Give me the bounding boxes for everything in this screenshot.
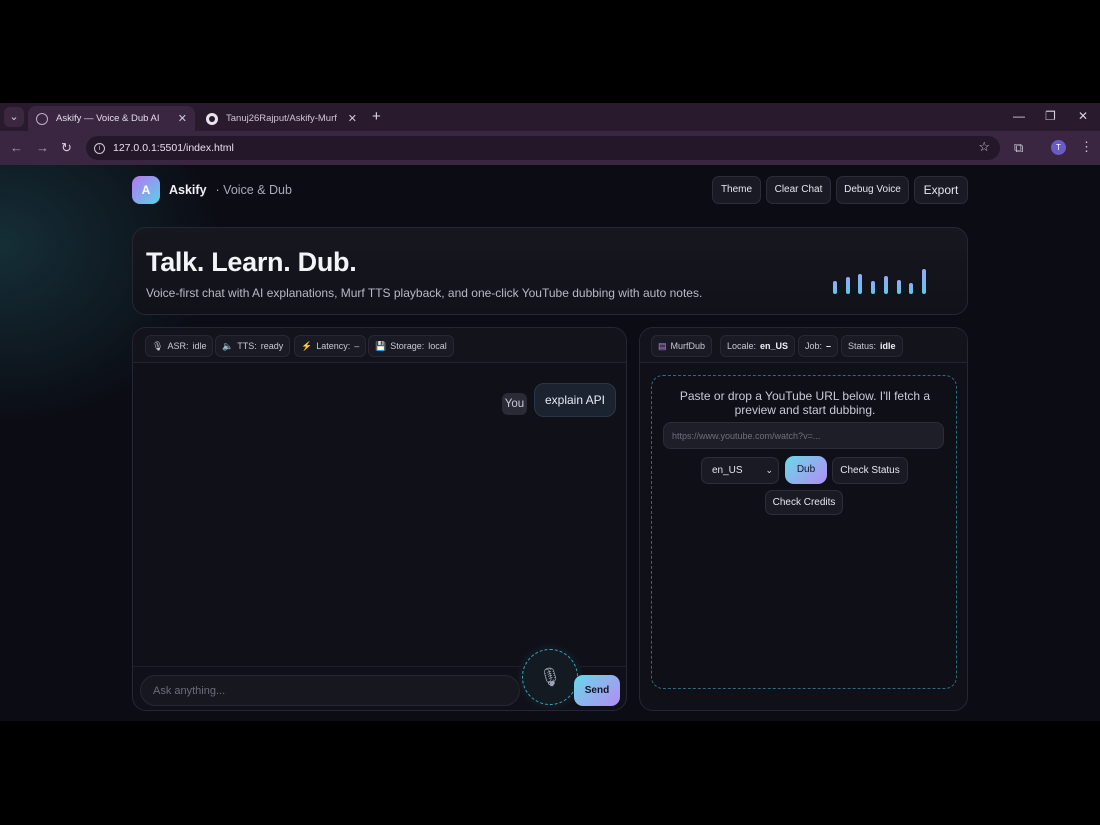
restore-button[interactable]: ❐ [1045, 109, 1056, 123]
send-button[interactable]: Send [574, 675, 620, 706]
locale-chip: Locale: en_US [720, 335, 796, 357]
hero-card: Talk. Learn. Dub. Voice-first chat with … [132, 227, 968, 315]
film-icon: ▤ [658, 340, 667, 351]
globe-icon [36, 112, 48, 125]
murfdub-label: MurfDub [670, 341, 706, 351]
status-label: Status: [848, 341, 877, 351]
mic-button[interactable]: 🎙 [522, 649, 578, 705]
star-icon[interactable]: ☆ [978, 139, 990, 155]
check-status-button[interactable]: Check Status [832, 457, 908, 484]
job-value: – [826, 341, 832, 351]
status-value: idle [880, 341, 896, 351]
back-icon[interactable]: ← [10, 140, 23, 155]
browser-window: ⌄ Askify — Voice & Dub AI ✕ Tanuj26Rajpu… [0, 103, 1100, 721]
brand: A Askify · Voice & Dub [132, 176, 292, 204]
puzzle-icon[interactable]: ⧉ [1014, 140, 1023, 156]
new-tab-button[interactable]: + [372, 108, 381, 126]
locale-select-value: en_US [712, 465, 743, 476]
equalizer-bar [921, 269, 926, 294]
dropzone-instructions: Paste or drop a YouTube URL below. I'll … [679, 389, 931, 417]
asr-status-chip: 🎙 ASR: idle [145, 335, 214, 357]
brand-subtitle: · Voice & Dub [215, 183, 292, 197]
reload-icon[interactable]: ↻ [61, 140, 72, 156]
clear-chat-button[interactable]: Clear Chat [766, 176, 831, 204]
tab-close-icon[interactable]: ✕ [178, 112, 187, 125]
job-chip: Job: – [798, 335, 839, 357]
user-message-bubble: explain API [534, 383, 616, 417]
storage-status-chip: 💾 Storage: local [368, 335, 454, 357]
forward-icon[interactable]: → [36, 140, 49, 155]
dub-panel: ▤ MurfDub Locale: en_US Job: – Status: i… [639, 327, 968, 711]
equalizer-bar [845, 277, 850, 294]
tab-close-icon[interactable]: ✕ [348, 112, 357, 125]
theme-button[interactable]: Theme [712, 176, 761, 204]
equalizer-bar [883, 276, 888, 294]
hero-title: Talk. Learn. Dub. [146, 247, 357, 277]
chevron-down-icon: ⌄ [765, 465, 773, 475]
mic-icon: 🎙 [152, 340, 164, 351]
dub-status-bar: ▤ MurfDub Locale: en_US Job: – Status: i… [640, 328, 967, 363]
tts-value: ready [260, 341, 284, 351]
asr-label: ASR: [167, 341, 189, 351]
latency-label: Latency: [316, 341, 351, 351]
equalizer-visual [833, 264, 933, 294]
latency-status-chip: ⚡ Latency: – [294, 335, 367, 357]
brand-name: Askify [169, 183, 207, 197]
murfdub-chip: ▤ MurfDub [651, 335, 713, 357]
url-field[interactable]: i 127.0.0.1:5501/index.html ☆ [86, 136, 1000, 160]
address-bar-row: ← → ↻ i 127.0.0.1:5501/index.html ☆ [0, 131, 1100, 165]
browser-menu-icon[interactable]: ⋮ [1080, 139, 1093, 155]
logo: A [132, 176, 160, 204]
debug-voice-button[interactable]: Debug Voice [836, 176, 909, 204]
locale-value: en_US [760, 341, 789, 351]
bolt-icon: ⚡ [301, 340, 313, 351]
minimize-button[interactable]: — [1013, 109, 1025, 123]
tab-github[interactable]: Tanuj26Rajput/Askify-Murf ✕ [198, 106, 365, 131]
close-window-button[interactable]: ✕ [1078, 109, 1088, 123]
hero-subtitle: Voice-first chat with AI explanations, M… [146, 286, 703, 300]
status-chip: Status: idle [841, 335, 903, 357]
tab-bar: ⌄ Askify — Voice & Dub AI ✕ Tanuj26Rajpu… [0, 103, 1100, 131]
tab-askify[interactable]: Askify — Voice & Dub AI ✕ [28, 106, 195, 131]
youtube-url-input[interactable] [663, 422, 944, 449]
tab-search-button[interactable]: ⌄ [4, 107, 24, 127]
github-icon [206, 112, 218, 125]
storage-value: local [428, 341, 447, 351]
equalizer-bar [909, 283, 914, 294]
chat-status-bar: 🎙 ASR: idle 🔈 TTS: ready ⚡ Latency: – 💾 … [133, 328, 626, 363]
tts-label: TTS: [237, 341, 257, 351]
tab-title: Tanuj26Rajput/Askify-Murf [226, 113, 337, 124]
check-credits-button[interactable]: Check Credits [765, 490, 843, 515]
locale-label: Locale: [727, 341, 757, 351]
floppy-icon: 💾 [375, 340, 387, 351]
tab-title: Askify — Voice & Dub AI [56, 113, 160, 124]
info-icon[interactable]: i [94, 142, 105, 154]
app-viewport: A Askify · Voice & Dub Theme Clear Chat … [0, 165, 1100, 721]
equalizer-bar [833, 281, 837, 294]
equalizer-bar [871, 281, 876, 294]
asr-value: idle [192, 341, 207, 351]
profile-avatar[interactable]: T [1051, 140, 1066, 155]
url-text: 127.0.0.1:5501/index.html [113, 142, 234, 154]
chat-panel: 🎙 ASR: idle 🔈 TTS: ready ⚡ Latency: – 💾 … [132, 327, 627, 711]
dub-button[interactable]: Dub [785, 456, 827, 484]
export-button[interactable]: Export [914, 176, 968, 204]
latency-value: – [354, 341, 360, 351]
mic-button-glow: 🎙 [516, 643, 584, 710]
storage-label: Storage: [390, 341, 425, 351]
youtube-dropzone[interactable]: Paste or drop a YouTube URL below. I'll … [651, 375, 957, 689]
equalizer-bar [896, 280, 901, 294]
locale-select[interactable]: en_US ⌄ [701, 457, 779, 484]
equalizer-bar [858, 274, 863, 294]
tts-status-chip: 🔈 TTS: ready [215, 335, 291, 357]
speaker-icon: 🔈 [222, 340, 234, 351]
message-sender: You [502, 393, 527, 415]
chat-composer: 🎙 Send [133, 643, 626, 710]
job-label: Job: [805, 341, 823, 351]
chat-input[interactable] [140, 675, 520, 706]
